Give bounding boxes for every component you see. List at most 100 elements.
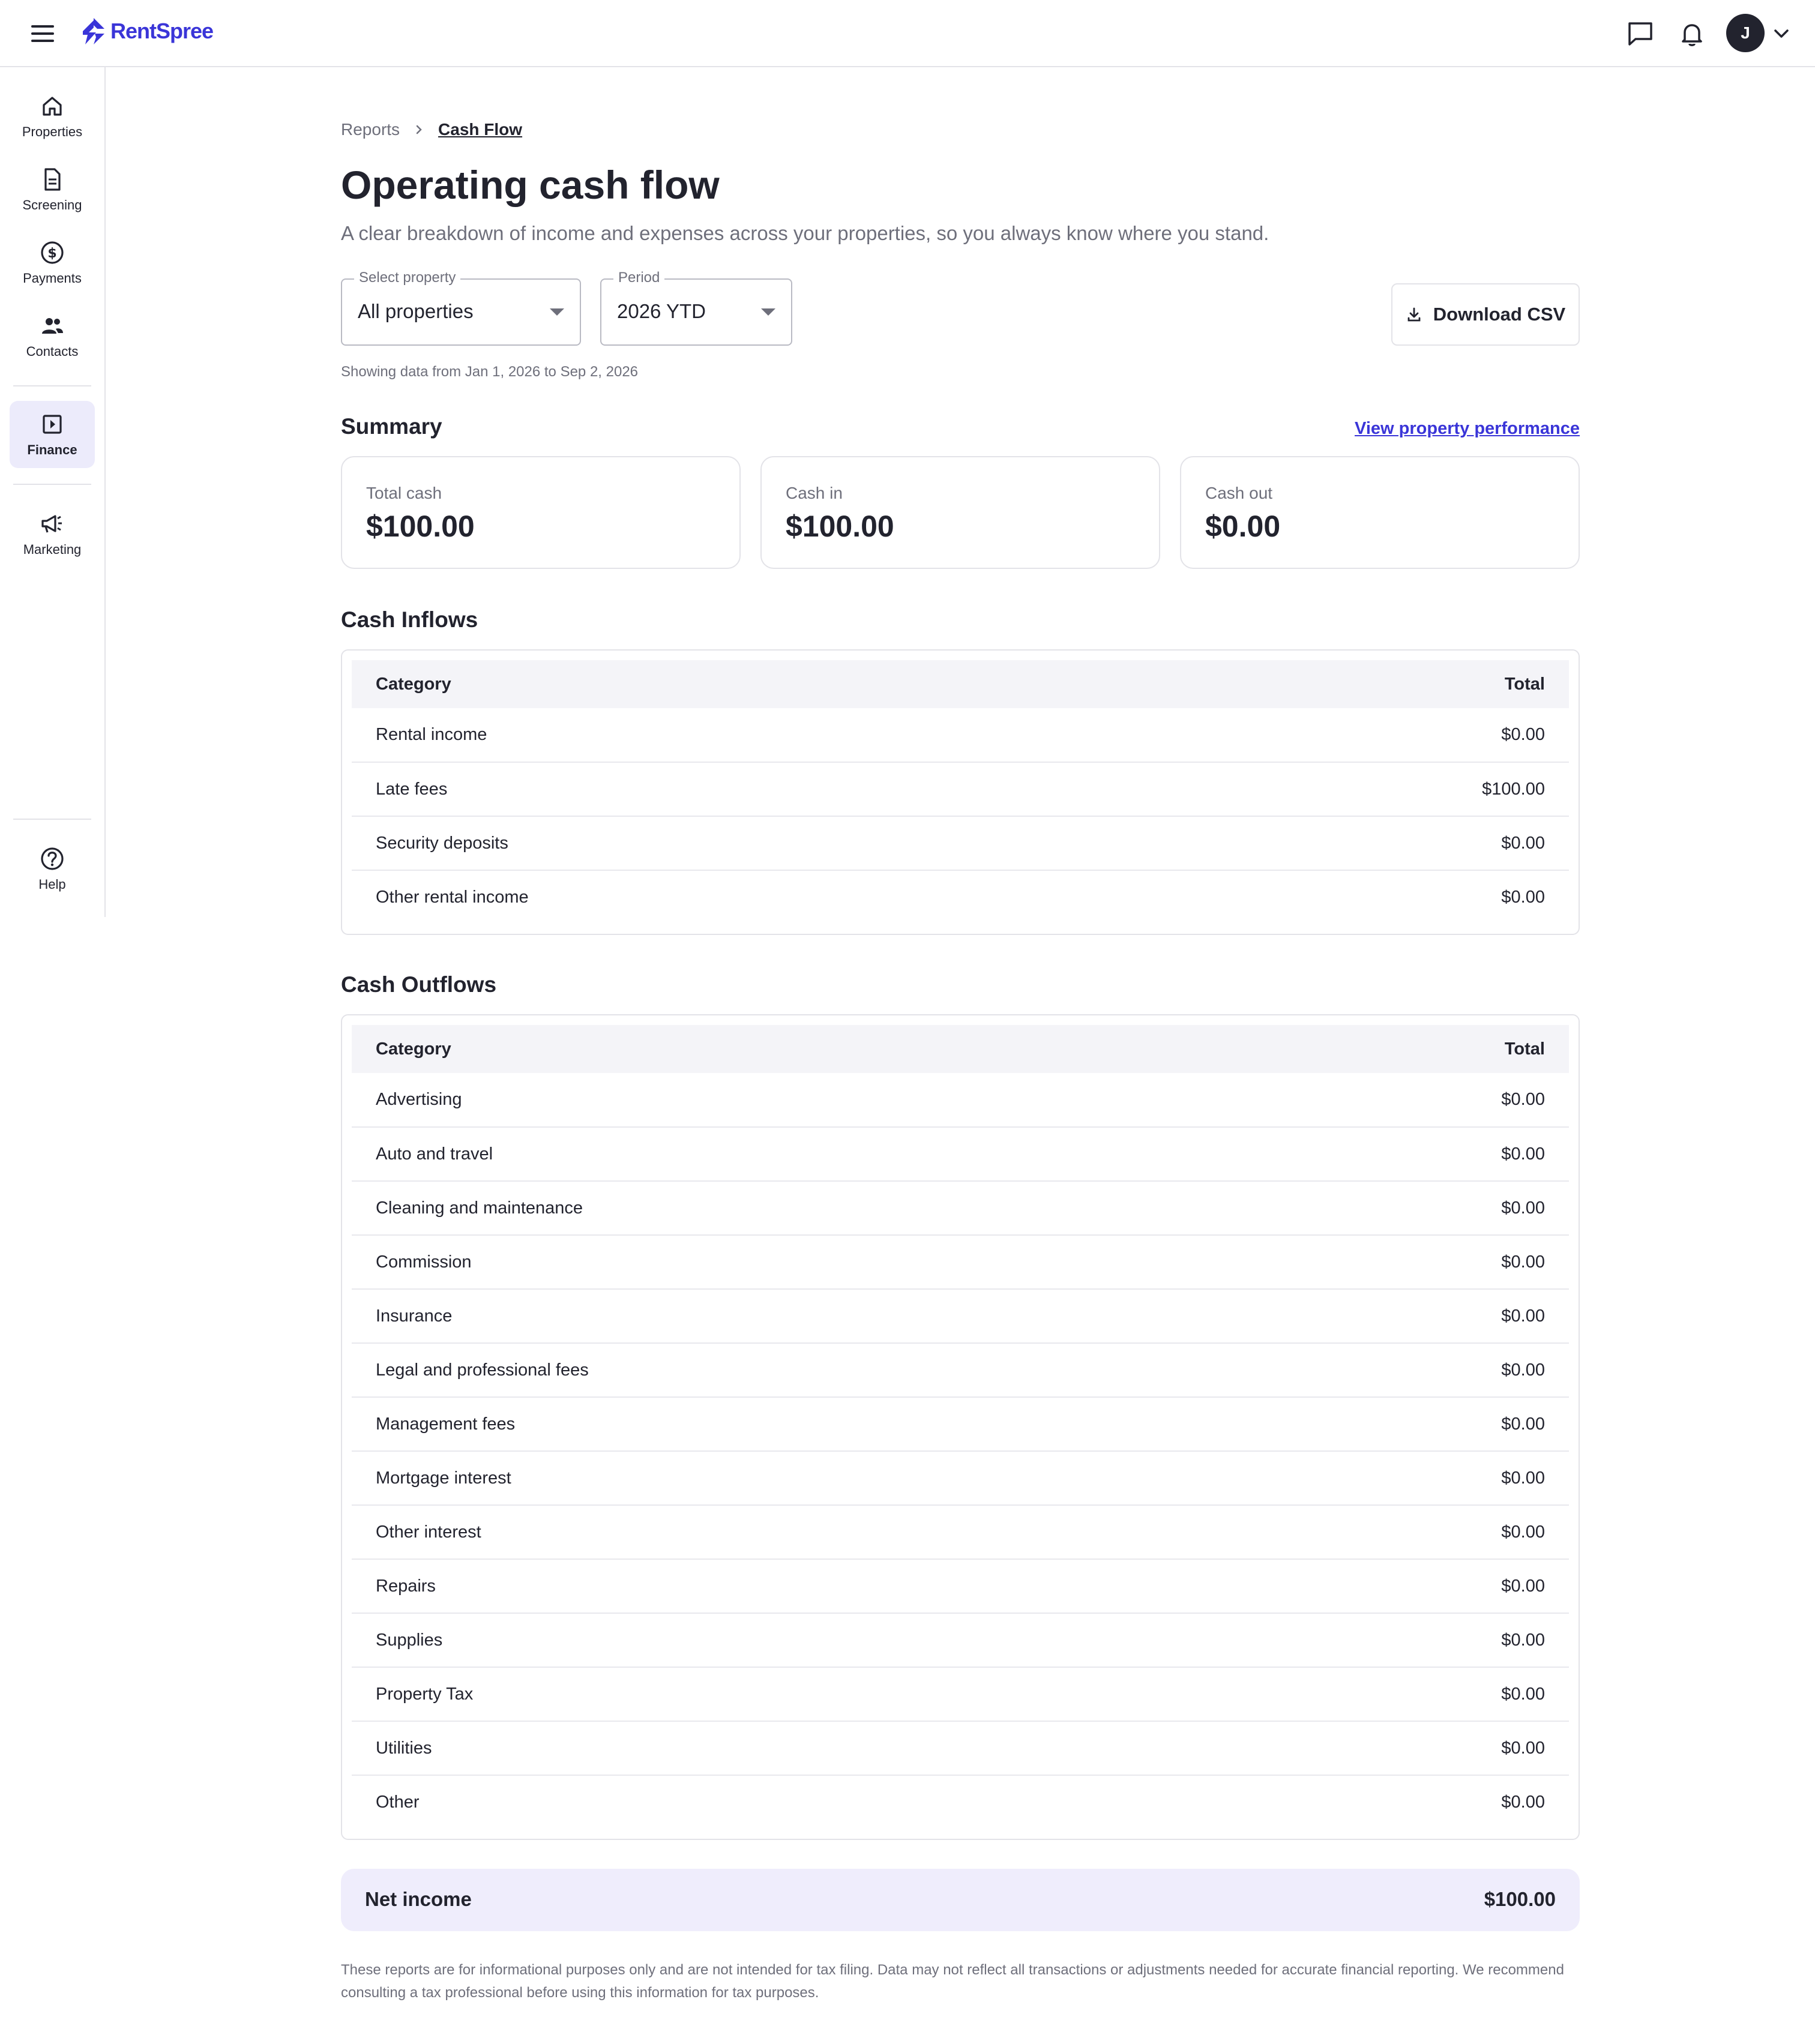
download-csv-label: Download CSV [1433,304,1566,325]
card-value: $100.00 [366,509,475,543]
row-category: Commission [352,1235,1253,1290]
help-icon [41,847,64,870]
row-total: $0.00 [1253,1181,1569,1236]
breadcrumb: Reports Cash Flow [341,120,522,139]
sidebar: Properties Screening $ Payments Contacts… [0,67,106,917]
sidebar-item-label: Screening [22,197,82,212]
home-icon [43,97,62,116]
summary-card-total-cash: Total cash $100.00 [341,456,741,569]
sidebar-item-marketing[interactable]: Marketing [10,500,95,568]
chevron-right-icon [416,125,422,134]
table-row: Other rental income $0.00 [352,870,1569,924]
date-range-text: Showing data from Jan 1, 2026 to Sep 2, … [341,364,639,380]
avatar[interactable]: J [1726,14,1765,52]
row-category: Auto and travel [352,1127,1253,1182]
row-total: $0.00 [1253,1667,1569,1722]
row-category: Advertising [352,1073,1253,1128]
period-select[interactable]: Period 2026 YTD [600,269,792,346]
table-header-row: Category Total [352,1025,1569,1073]
chevron-down-icon[interactable] [1772,25,1791,42]
row-total: $100.00 [1136,762,1569,817]
property-select-label: Select property [354,269,461,286]
sidebar-item-contacts[interactable]: Contacts [10,302,95,370]
breadcrumb-reports-link[interactable]: Reports [341,120,400,139]
cash-inflows-heading: Cash Inflows [341,607,478,632]
caret-down-icon [550,308,564,316]
table-row: Property Tax $0.00 [352,1667,1569,1722]
sidebar-item-label: Help [38,877,66,892]
table-row: Rental income $0.00 [352,708,1569,763]
row-total: $0.00 [1253,1559,1569,1614]
sidebar-item-screening[interactable]: Screening [10,156,95,223]
logo-text: RentSpree [110,19,214,43]
row-category: Mortgage interest [352,1451,1253,1506]
row-total: $0.00 [1253,1343,1569,1398]
table-row: Utilities $0.00 [352,1721,1569,1776]
table-row: Supplies $0.00 [352,1613,1569,1668]
chat-icon[interactable] [1625,19,1655,49]
table-row: Legal and professional fees $0.00 [352,1343,1569,1398]
download-csv-button[interactable]: Download CSV [1391,283,1580,346]
column-header-category: Category [352,660,1136,708]
sidebar-item-label: Contacts [26,344,79,359]
megaphone-icon [41,515,62,533]
logo[interactable]: RentSpree [80,17,214,46]
net-income-label: Net income [365,1888,472,1910]
sidebar-item-payments[interactable]: $ Payments [10,229,95,296]
caret-down-icon [761,308,775,316]
property-select[interactable]: Select property All properties [341,269,581,346]
table-row: Advertising $0.00 [352,1073,1569,1128]
row-category: Supplies [352,1613,1253,1668]
period-select-label: Period [613,269,665,286]
row-category: Repairs [352,1559,1253,1614]
people-icon [42,318,63,334]
bell-icon[interactable] [1677,19,1707,49]
dollar-icon: $ [41,241,64,264]
page-subtitle: A clear breakdown of income and expenses… [341,222,1269,244]
sidebar-item-help[interactable]: Help [10,835,95,903]
row-category: Other rental income [376,888,529,907]
card-label: Cash out [1205,484,1273,502]
sidebar-item-label: Marketing [23,542,82,557]
row-total: $0.00 [1253,1397,1569,1452]
sidebar-divider [13,484,91,485]
net-income-bar: Net income $100.00 [341,1869,1580,1931]
table-row: Management fees $0.00 [352,1397,1569,1452]
table-row: Other $0.00 [352,1775,1569,1829]
cash-outflows-heading: Cash Outflows [341,972,497,997]
table-row: Insurance $0.00 [352,1289,1569,1344]
net-income-value: $100.00 [1484,1888,1556,1910]
row-total: $0.00 [1253,1127,1569,1182]
view-property-performance-link[interactable]: View property performance [1355,419,1580,439]
row-category: Other interest [352,1505,1253,1560]
top-bar: RentSpree J [0,0,1815,67]
row-total: $0.00 [1253,1451,1569,1506]
table-row: Mortgage interest $0.00 [352,1451,1569,1506]
row-category: Utilities [352,1721,1253,1776]
row-total: $0.00 [1253,1073,1569,1128]
row-category: Insurance [352,1289,1253,1344]
logo-mark-icon [83,18,104,44]
sidebar-item-label: Finance [27,442,77,457]
table-row: Repairs $0.00 [352,1559,1569,1614]
menu-icon[interactable] [30,23,56,44]
table-header-row: Category Total [352,660,1569,708]
sidebar-item-finance[interactable]: Finance [10,401,95,468]
row-total: $0.00 [1136,708,1569,763]
sidebar-divider [13,819,91,820]
sidebar-item-label: Properties [22,124,83,139]
row-total: $0.00 [1136,816,1569,871]
row-total: $0.00 [1253,1613,1569,1668]
row-total: $0.00 [1501,888,1545,907]
row-category: Security deposits [352,816,1136,871]
row-category: Cleaning and maintenance [352,1181,1253,1236]
row-category: Late fees [352,762,1136,817]
column-header-category: Category [352,1025,1253,1073]
row-category: Property Tax [352,1667,1253,1722]
cash-inflows-table: Category Total Rental income $0.00 Late … [341,649,1580,935]
page-title: Operating cash flow [341,163,720,207]
table-row: Late fees $100.00 [352,762,1569,817]
row-category: Legal and professional fees [352,1343,1253,1398]
sidebar-item-properties[interactable]: Properties [10,83,95,150]
row-category: Management fees [352,1397,1253,1452]
